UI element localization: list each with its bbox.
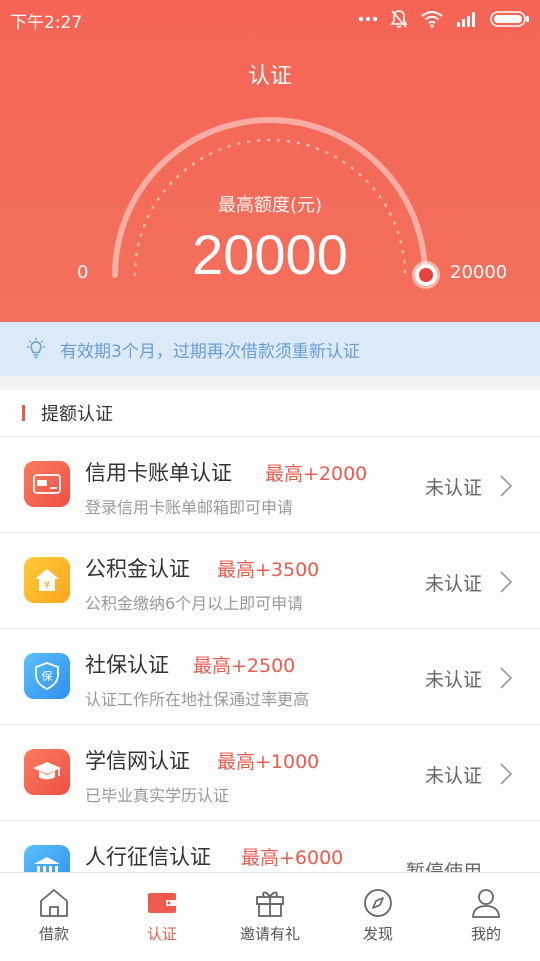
tab-label: 认证 bbox=[146, 925, 177, 943]
tab-label: 发现 bbox=[362, 925, 393, 943]
gift-icon bbox=[256, 891, 284, 917]
compass-icon bbox=[364, 889, 392, 917]
cert-item-title: 公积金认证 bbox=[85, 557, 190, 581]
tab-loan[interactable]: 借款 bbox=[0, 873, 108, 961]
svg-text:保: 保 bbox=[42, 669, 53, 683]
cert-item-bonus: 最高+1000 bbox=[217, 751, 320, 773]
tab-label: 我的 bbox=[470, 925, 501, 943]
cert-item-bonus: 最高+2000 bbox=[265, 463, 368, 485]
validity-notice: 有效期3个月，过期再次借款须重新认证 bbox=[0, 322, 540, 376]
tab-discover[interactable]: 发现 bbox=[324, 873, 432, 961]
home-icon bbox=[40, 889, 68, 917]
cert-item-title: 人行征信认证 bbox=[85, 845, 211, 869]
tab-label: 邀请有礼 bbox=[239, 925, 300, 943]
cert-item-title: 学信网认证 bbox=[85, 749, 190, 773]
cert-item-bonus: 最高+2500 bbox=[193, 655, 296, 677]
section-accent-bar bbox=[22, 405, 25, 421]
cert-item-status: 未认证 bbox=[424, 765, 482, 787]
bottom-tab-bar: 借款 认证 邀请有礼 发现 我的 bbox=[0, 872, 540, 961]
cert-item-housing-fund[interactable]: ¥ 公积金认证 最高+3500 公积金缴纳6个月以上即可申请 未认证 bbox=[0, 533, 540, 629]
gauge-caption: 最高额度(元) bbox=[217, 195, 323, 216]
chevron-right-icon bbox=[500, 763, 512, 785]
person-icon bbox=[472, 889, 500, 918]
house-yuan-icon: ¥ bbox=[24, 557, 70, 603]
section-header: 提额认证 bbox=[0, 390, 540, 437]
cert-item-education[interactable]: 学信网认证 最高+1000 已毕业真实学历认证 未认证 bbox=[0, 725, 540, 821]
gauge-knob bbox=[412, 261, 440, 289]
cert-item-social-security[interactable]: 保 社保认证 最高+2500 认证工作所在地社保通过率更高 未认证 bbox=[0, 629, 540, 725]
cert-item-credit-card[interactable]: 信用卡账单认证 最高+2000 登录信用卡账单邮箱即可申请 未认证 bbox=[0, 437, 540, 533]
cert-item-title: 信用卡账单认证 bbox=[85, 461, 232, 485]
certification-list: 信用卡账单认证 最高+2000 登录信用卡账单邮箱即可申请 未认证 ¥ 公积金认… bbox=[0, 437, 540, 917]
gauge-min-label: 0 bbox=[77, 262, 89, 283]
tab-mine[interactable]: 我的 bbox=[432, 873, 540, 961]
shield-icon: 保 bbox=[24, 653, 70, 699]
graduation-cap-icon bbox=[24, 749, 70, 795]
cert-item-desc: 登录信用卡账单邮箱即可申请 bbox=[85, 498, 294, 517]
tab-invite[interactable]: 邀请有礼 bbox=[216, 873, 324, 961]
credit-card-icon bbox=[24, 461, 70, 507]
section-title: 提额认证 bbox=[41, 404, 113, 425]
lightbulb-icon bbox=[27, 338, 45, 359]
chevron-right-icon bbox=[500, 667, 512, 689]
cert-item-title: 社保认证 bbox=[85, 653, 169, 677]
chevron-right-icon bbox=[500, 571, 512, 593]
notice-text: 有效期3个月，过期再次借款须重新认证 bbox=[60, 341, 360, 362]
cert-item-desc: 公积金缴纳6个月以上即可申请 bbox=[85, 594, 304, 613]
tab-label: 借款 bbox=[38, 925, 69, 943]
cert-item-bonus: 最高+3500 bbox=[217, 559, 320, 581]
chevron-right-icon bbox=[500, 475, 512, 497]
tab-certification[interactable]: 认证 bbox=[108, 873, 216, 961]
gauge-max-label: 20000 bbox=[450, 262, 508, 283]
cert-item-desc: 认证工作所在地社保通过率更高 bbox=[85, 690, 310, 709]
cert-item-status: 未认证 bbox=[424, 573, 482, 595]
svg-text:¥: ¥ bbox=[44, 580, 50, 591]
cert-item-desc: 已毕业真实学历认证 bbox=[85, 786, 230, 805]
cert-item-status: 未认证 bbox=[424, 669, 482, 691]
wallet-icon bbox=[148, 893, 176, 913]
hero-header: 下午2:27 认证 最高额度(元) 20000 0 20000 bbox=[0, 0, 540, 322]
cert-item-status: 未认证 bbox=[424, 477, 482, 499]
cert-item-bonus: 最高+6000 bbox=[241, 847, 344, 869]
